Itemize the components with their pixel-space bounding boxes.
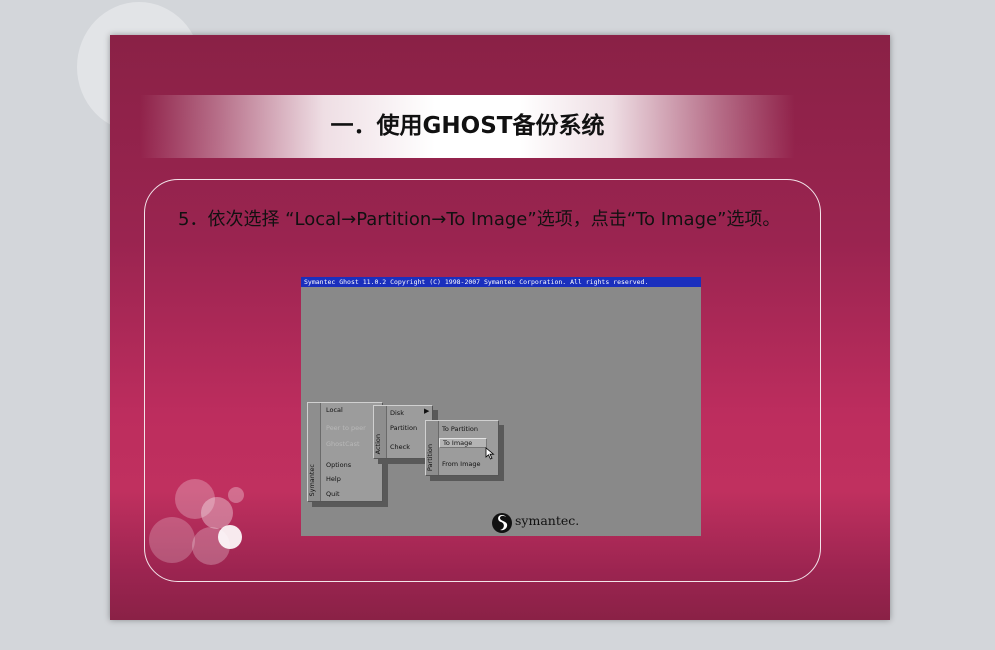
title-band: 一．使用GHOST备份系统 <box>140 95 795 158</box>
symantec-logo-icon <box>492 513 512 533</box>
menu-item-to-image[interactable]: To Image <box>439 438 487 448</box>
menu-item-help[interactable]: Help <box>326 475 341 483</box>
main-menu-side-label: Symantec <box>308 403 321 501</box>
submenu-arrow-icon: ▶ <box>424 407 430 415</box>
menu-item-partition[interactable]: Partition <box>390 424 417 432</box>
symantec-brand-text: symantec. <box>515 513 580 528</box>
partition-menu-side-label: Partition <box>426 421 439 475</box>
ghost-main-menu: Symantec Local Peer to peer GhostCast Op… <box>307 402 383 502</box>
content-box: 5．依次选择 “Local→Partition→To Image”选项，点击“T… <box>144 179 821 582</box>
slide-title: 一．使用GHOST备份系统 <box>330 113 605 139</box>
menu-item-options[interactable]: Options <box>326 461 351 469</box>
menu-item-check[interactable]: Check <box>390 443 410 451</box>
ghost-screenshot: Symantec Ghost 11.0.2 Copyright (C) 1998… <box>301 277 701 536</box>
menu-item-local[interactable]: Local <box>326 406 343 414</box>
ghost-action-menu: Action Disk ▶ Partition Check <box>373 405 433 459</box>
ghost-title-bar: Symantec Ghost 11.0.2 Copyright (C) 1998… <box>301 277 701 287</box>
menu-item-ghostcast[interactable]: GhostCast <box>326 440 360 448</box>
slide: 一．使用GHOST备份系统 5．依次选择 “Local→Partition→To… <box>110 35 890 620</box>
main-menu-side-text: Symantec <box>308 464 316 497</box>
action-menu-side-text: Action <box>374 433 382 454</box>
menu-item-to-partition[interactable]: To Partition <box>442 425 478 433</box>
menu-item-peer-to-peer[interactable]: Peer to peer <box>326 424 366 432</box>
menu-item-quit[interactable]: Quit <box>326 490 340 498</box>
menu-item-from-image[interactable]: From Image <box>442 460 481 468</box>
step-instruction-text: 5．依次选择 “Local→Partition→To Image”选项，点击“T… <box>178 209 781 230</box>
mouse-cursor-icon <box>485 447 495 460</box>
partition-menu-side-text: Partition <box>426 443 434 471</box>
menu-item-disk[interactable]: Disk <box>390 409 404 417</box>
action-menu-side-label: Action <box>374 406 387 458</box>
